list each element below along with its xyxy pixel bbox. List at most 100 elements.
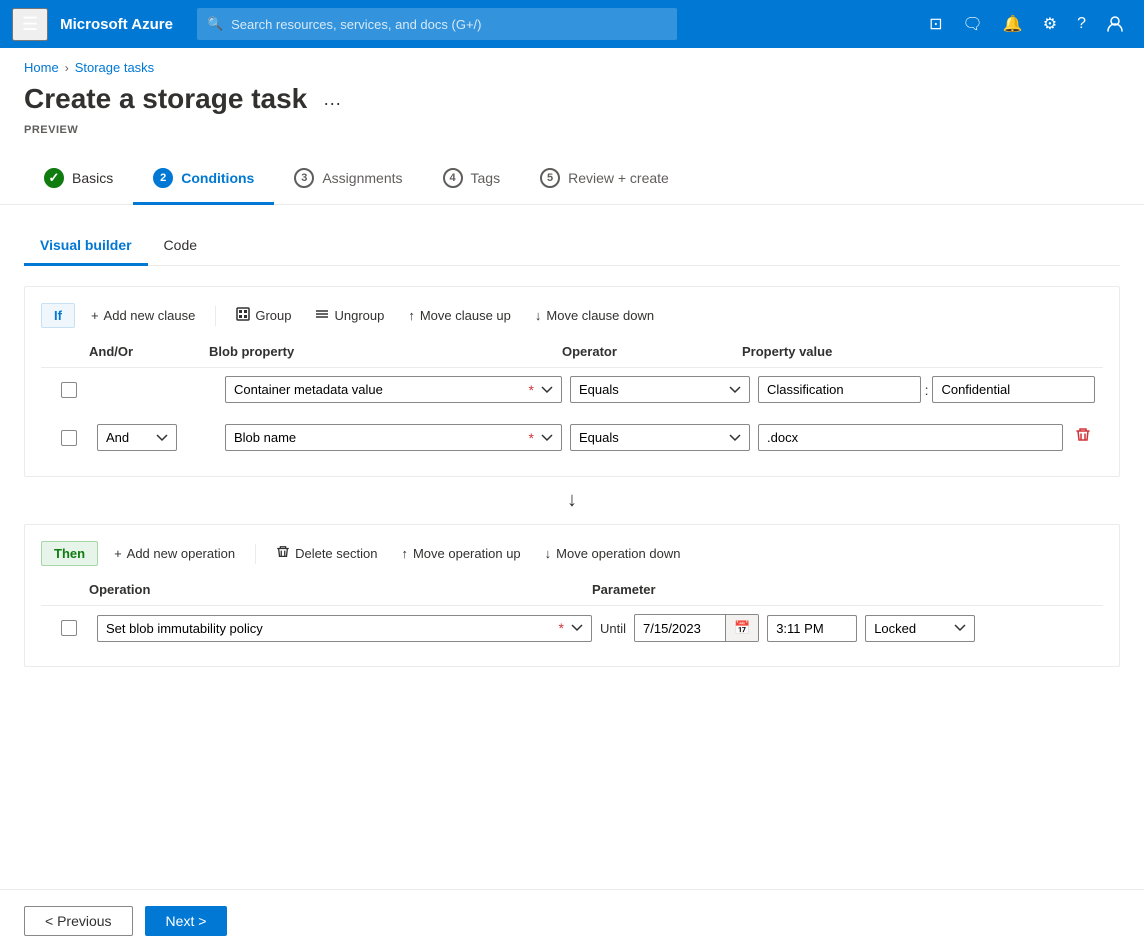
- wizard-step-tags[interactable]: 4 Tags: [423, 156, 521, 205]
- op-col-checkbox: [49, 582, 89, 597]
- calendar-icon[interactable]: 📅: [725, 615, 758, 641]
- arrow-down-icon-then: ↓: [545, 546, 552, 561]
- ungroup-button[interactable]: Ungroup: [307, 303, 392, 328]
- col-checkbox: [49, 344, 89, 359]
- lock-select[interactable]: Locked Unlocked: [865, 615, 975, 642]
- condition-row-2-checkbox[interactable]: [61, 430, 77, 446]
- move-operation-up-button[interactable]: ↑ Move operation up: [393, 542, 528, 565]
- trash-icon-then: [276, 545, 290, 562]
- wizard-step-assignments[interactable]: 3 Assignments: [274, 156, 422, 205]
- operation-row-1-operation-select[interactable]: Set blob immutability policy Delete blob…: [97, 615, 592, 642]
- page-title: Create a storage task: [24, 83, 307, 115]
- condition-row-1: Container metadata value Blob name Blob …: [41, 368, 1103, 411]
- plus-icon: +: [91, 308, 99, 323]
- date-input[interactable]: [635, 616, 725, 641]
- more-options-button[interactable]: ···: [319, 87, 345, 120]
- if-toolbar: If + Add new clause Group Ungroup: [41, 303, 1103, 328]
- step-label-basics: Basics: [72, 170, 113, 186]
- tab-visual-builder[interactable]: Visual builder: [24, 229, 148, 266]
- content-area: Visual builder Code If + Add new clause …: [0, 205, 1144, 889]
- condition-row-1-blob-property-cell: Container metadata value Blob name Blob …: [225, 376, 562, 403]
- footer: < Previous Next >: [0, 889, 1144, 952]
- condition-row-1-prop-value-cell: :: [758, 376, 1095, 403]
- arrow-down-icon: ↓: [535, 308, 542, 323]
- step-circle-conditions: 2: [153, 168, 173, 188]
- feedback-icon[interactable]: 🗨: [955, 8, 991, 40]
- condition-row-2-andor-select[interactable]: And Or: [97, 424, 177, 451]
- page-header: Create a storage task ···: [0, 75, 1144, 124]
- operation-row-1-checkbox-cell: [49, 620, 89, 636]
- wizard-step-basics[interactable]: ✓ Basics: [24, 156, 133, 205]
- op-col-operation: Operation: [89, 582, 592, 597]
- arrow-down-icon: ↓: [567, 489, 577, 512]
- delete-section-button[interactable]: Delete section: [268, 541, 385, 566]
- hamburger-menu[interactable]: ☰: [12, 8, 48, 41]
- search-bar: 🔍: [197, 8, 677, 40]
- col-and-or: And/Or: [89, 344, 209, 359]
- condition-row-2-blob-property-cell: Blob name Container metadata value Blob …: [225, 424, 562, 451]
- plus-icon-then: +: [114, 546, 122, 561]
- condition-row-1-prop-key-input[interactable]: [758, 376, 921, 403]
- step-label-tags: Tags: [471, 170, 501, 186]
- operation-row-1-operation-cell: Set blob immutability policy Delete blob…: [97, 615, 592, 642]
- move-operation-down-button[interactable]: ↓ Move operation down: [537, 542, 689, 565]
- help-icon[interactable]: ?: [1069, 9, 1094, 39]
- condition-row-2-prop-value-input[interactable]: [758, 424, 1063, 451]
- settings-icon[interactable]: ⚙: [1035, 8, 1065, 40]
- time-input[interactable]: [767, 615, 857, 642]
- step-circle-basics: ✓: [44, 168, 64, 188]
- search-input[interactable]: [231, 17, 667, 32]
- then-toolbar-sep-1: [255, 544, 256, 564]
- operation-row-1-parameter-cell: Until 📅 Locked Unlocked: [600, 614, 1095, 642]
- move-clause-down-button[interactable]: ↓ Move clause down: [527, 304, 662, 327]
- op-col-parameter: Parameter: [592, 582, 1095, 597]
- condition-row-1-blob-property-select[interactable]: Container metadata value Blob name Blob …: [225, 376, 562, 403]
- operation-row-1-checkbox[interactable]: [61, 620, 77, 636]
- if-badge: If: [41, 303, 75, 328]
- condition-row-1-prop-value-input[interactable]: [932, 376, 1095, 403]
- breadcrumb-home[interactable]: Home: [24, 60, 59, 75]
- next-button[interactable]: Next >: [145, 906, 228, 936]
- group-button[interactable]: Group: [228, 303, 299, 328]
- wizard-step-review[interactable]: 5 Review + create: [520, 156, 689, 205]
- col-operator: Operator: [562, 344, 742, 359]
- operation-row-1: Set blob immutability policy Delete blob…: [41, 606, 1103, 650]
- toolbar-separator: [215, 306, 216, 326]
- wizard-steps: ✓ Basics 2 Conditions 3 Assignments 4 Ta…: [0, 148, 1144, 205]
- add-new-clause-button[interactable]: + Add new clause: [83, 304, 203, 327]
- add-new-operation-button[interactable]: + Add new operation: [106, 542, 243, 565]
- sub-tabs: Visual builder Code: [24, 229, 1120, 266]
- notifications-icon[interactable]: 🔔: [995, 8, 1031, 40]
- arrow-up-icon-then: ↑: [401, 546, 408, 561]
- breadcrumb-storage-tasks[interactable]: Storage tasks: [75, 60, 155, 75]
- condition-row-2-blob-property-select[interactable]: Blob name Container metadata value Blob …: [225, 424, 562, 451]
- step-circle-review: 5: [540, 168, 560, 188]
- condition-row-2-delete-button[interactable]: [1071, 423, 1095, 452]
- date-input-group: 📅: [634, 614, 759, 642]
- profile-icon[interactable]: [1098, 9, 1132, 39]
- operations-table-header: Operation Parameter: [41, 582, 1103, 606]
- previous-button[interactable]: < Previous: [24, 906, 133, 936]
- step-label-assignments: Assignments: [322, 170, 402, 186]
- until-label: Until: [600, 621, 626, 636]
- condition-row-1-operator-select[interactable]: Equals Not equals Contains: [570, 376, 750, 403]
- tab-code[interactable]: Code: [148, 229, 213, 266]
- move-clause-up-button[interactable]: ↑ Move clause up: [400, 304, 519, 327]
- condition-row-2-operator-select[interactable]: Equals Not equals: [570, 424, 750, 451]
- condition-row-2-prop-value-cell: [758, 423, 1095, 452]
- condition-row-2-operator-cell: Equals Not equals: [570, 424, 750, 451]
- step-label-review: Review + create: [568, 170, 669, 186]
- terminal-icon[interactable]: ⊡: [921, 8, 950, 40]
- then-toolbar: Then + Add new operation Delete section …: [41, 541, 1103, 566]
- breadcrumb: Home › Storage tasks: [0, 48, 1144, 75]
- condition-row-2-checkbox-cell: [49, 430, 89, 446]
- condition-row-1-checkbox[interactable]: [61, 382, 77, 398]
- condition-row-2-andor-cell: And Or: [97, 424, 217, 451]
- app-title: Microsoft Azure: [60, 16, 173, 33]
- wizard-step-conditions[interactable]: 2 Conditions: [133, 156, 274, 205]
- step-circle-assignments: 3: [294, 168, 314, 188]
- col-property-value: Property value: [742, 344, 1095, 359]
- section-arrow: ↓: [24, 477, 1120, 524]
- condition-row-2: And Or Blob name Container metadata valu…: [41, 415, 1103, 460]
- search-icon: 🔍: [207, 16, 223, 32]
